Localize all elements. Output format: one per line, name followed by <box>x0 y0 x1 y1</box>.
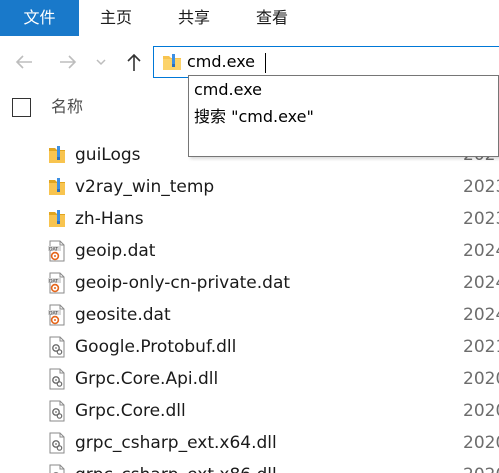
file-name: grpc_csharp_ext.x64.dll <box>75 433 277 453</box>
file-row[interactable]: v2ray_win_temp 2023 <box>0 171 499 203</box>
file-date-modified: 2023 <box>463 209 499 229</box>
address-input[interactable] <box>187 50 487 74</box>
file-name: grpc_csharp_ext.x86.dll <box>75 463 277 473</box>
arrow-right-icon <box>60 55 77 69</box>
file-name: geoip.dat <box>75 241 156 261</box>
file-name: zh-Hans <box>75 209 144 229</box>
file-name: geoip-only-cn-private.dat <box>75 273 291 293</box>
autocomplete-item-cmd[interactable]: cmd.exe <box>194 78 262 102</box>
file-row[interactable]: Google.Protobuf.dll 2021 <box>0 331 499 363</box>
forward-button[interactable] <box>56 50 80 74</box>
file-name: guiLogs <box>75 145 141 165</box>
dat-file-icon: DAT <box>46 240 68 262</box>
file-explorer-window: 文件 主页 共享 查看 cmd.exe 名称 guiLogs v2ray_win… <box>0 0 499 473</box>
address-autocomplete-dropdown: cmd.exe 搜索 "cmd.exe" <box>188 75 499 157</box>
folder-icon <box>46 144 68 166</box>
back-button[interactable] <box>12 50 36 74</box>
dll-file-icon <box>46 336 68 358</box>
file-row[interactable]: DAT geoip.dat 2024 <box>0 235 499 267</box>
tab-file[interactable]: 文件 <box>0 0 79 36</box>
svg-text:DAT: DAT <box>49 310 58 316</box>
ribbon-tabs: 文件 主页 共享 查看 <box>0 0 499 36</box>
dll-file-icon <box>46 368 68 390</box>
file-date-modified: 2024 <box>463 305 499 325</box>
address-bar[interactable] <box>153 46 499 78</box>
arrow-left-icon <box>15 55 32 69</box>
file-row[interactable]: DAT geosite.dat 2024 <box>0 299 499 331</box>
dat-file-icon: DAT <box>46 272 68 294</box>
tab-view[interactable]: 查看 <box>244 0 300 36</box>
file-name: geosite.dat <box>75 305 171 325</box>
file-row[interactable]: Grpc.Core.dll 2020 <box>0 395 499 427</box>
file-name: v2ray_win_temp <box>75 177 215 197</box>
arrow-up-icon <box>127 53 141 71</box>
up-button[interactable] <box>122 50 146 74</box>
file-name: Grpc.Core.dll <box>75 401 186 421</box>
dll-file-icon <box>46 464 68 473</box>
dll-file-icon <box>46 432 68 454</box>
file-date-modified: 2024 <box>463 273 499 293</box>
folder-icon <box>163 54 181 70</box>
tab-home[interactable]: 主页 <box>88 0 144 36</box>
file-date-modified: 2020 <box>463 433 499 453</box>
svg-text:DAT: DAT <box>49 278 58 284</box>
file-name: Google.Protobuf.dll <box>75 337 237 357</box>
dat-file-icon: DAT <box>46 304 68 326</box>
file-name: Grpc.Core.Api.dll <box>75 369 219 389</box>
folder-icon <box>46 176 68 198</box>
folder-icon <box>46 208 68 230</box>
file-date-modified: 2021 <box>463 337 499 357</box>
file-row[interactable]: DAT geoip-only-cn-private.dat 2024 <box>0 267 499 299</box>
autocomplete-item-search[interactable]: 搜索 "cmd.exe" <box>194 105 314 129</box>
tab-share[interactable]: 共享 <box>166 0 222 36</box>
select-all-checkbox[interactable] <box>12 98 31 117</box>
column-name-header[interactable]: 名称 <box>51 96 83 118</box>
svg-text:DAT: DAT <box>49 246 58 252</box>
file-date-modified: 2023 <box>463 177 499 197</box>
file-list: guiLogs202v2ray_win_temp2023zh-Hans2023D… <box>0 139 499 473</box>
file-row[interactable]: zh-Hans 2023 <box>0 203 499 235</box>
recent-locations-button[interactable] <box>93 50 109 74</box>
dll-file-icon <box>46 400 68 422</box>
file-row[interactable]: Grpc.Core.Api.dll 2020 <box>0 363 499 395</box>
file-date-modified: 2020 <box>463 463 499 473</box>
chevron-down-icon <box>96 59 106 66</box>
file-row[interactable]: grpc_csharp_ext.x86.dll 2020 <box>0 459 499 473</box>
text-caret <box>265 53 266 73</box>
file-date-modified: 2024 <box>463 241 499 261</box>
file-date-modified: 2020 <box>463 369 499 389</box>
file-date-modified: 2020 <box>463 401 499 421</box>
file-row[interactable]: grpc_csharp_ext.x64.dll 2020 <box>0 427 499 459</box>
